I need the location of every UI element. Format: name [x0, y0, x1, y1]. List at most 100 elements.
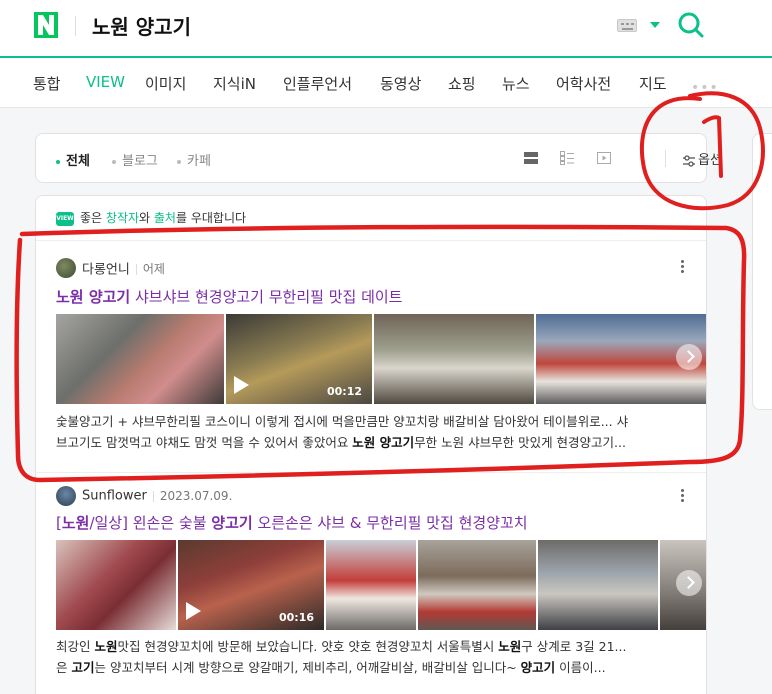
notice-creator-link[interactable]: 창작자	[106, 211, 139, 225]
snippet-text: 브고기도 맘껏먹고 야채도 맘껏 먹을 수 있어서 좋았어요	[56, 435, 353, 450]
snippet-keyword: 노원	[94, 639, 118, 654]
side-panel	[752, 133, 772, 410]
tab-map[interactable]: 지도	[639, 73, 667, 94]
filter-bar: 전체 블로그 카페 옵션	[35, 133, 722, 183]
filter-cafe[interactable]: 카페	[177, 150, 211, 169]
play-icon	[186, 602, 201, 620]
divider	[36, 240, 706, 241]
tune-icon	[683, 154, 695, 167]
thumbnail-strip: 00:12	[56, 314, 706, 404]
title-text: /일상] 왼손은 숯불	[89, 514, 212, 532]
filter-all[interactable]: 전체	[56, 150, 90, 169]
thumbnail-image[interactable]	[538, 540, 658, 630]
view-results: VIEW 좋은 창작자와 출처를 우대합니다 다롱언니 어제 노원 양고기 샤브샤브…	[35, 195, 707, 694]
title-keyword: 양고기	[211, 514, 253, 532]
snippet-keyword: 노원	[498, 639, 522, 654]
video-duration: 00:12	[326, 385, 362, 398]
filter-all-label: 전체	[66, 154, 90, 169]
filter-cafe-label: 카페	[187, 154, 211, 169]
thumbnail-strip: 00:16	[56, 540, 706, 630]
thumbnail-image[interactable]	[326, 540, 416, 630]
card-view-icon[interactable]	[523, 150, 539, 166]
tab-integrated[interactable]: 통합	[33, 73, 61, 94]
title-text: 오른손은 샤브 & 무한리필 맛집 현경양꼬치	[252, 514, 528, 532]
search-header: 노원 양고기	[0, 0, 772, 58]
notice-source-link[interactable]: 출처	[154, 211, 176, 225]
tab-video[interactable]: 동영상	[380, 73, 421, 94]
play-icon	[234, 376, 249, 394]
search-tabs: 통합 VIEW 이미지 지식iN 인플루언서 동영상 쇼핑 뉴스 어학사전 지도…	[0, 58, 772, 108]
post-snippet[interactable]: 숯불양고기 + 샤브무한리필 코스이니 이렇게 접시에 먹을만큼만 양꼬치랑 배…	[56, 411, 686, 453]
tab-images[interactable]: 이미지	[145, 73, 186, 94]
more-options-icon[interactable]	[681, 260, 685, 274]
bullet-icon	[112, 159, 116, 164]
notice-mid: 와	[139, 211, 154, 225]
post-title[interactable]: [노원/일상] 왼손은 숯불 양고기 오른손은 샤브 & 무한리필 맛집 현경양…	[56, 512, 528, 533]
video-view-icon[interactable]	[596, 150, 612, 166]
view-badge: VIEW	[56, 211, 74, 226]
post-author-row[interactable]: Sunflower 2023.07.09.	[56, 486, 232, 506]
snippet-line: 은 고기는 양꼬치부터 시계 방향으로 양갈매기, 제비추리, 어깨갈비살, 배…	[56, 657, 686, 678]
tab-dictionary[interactable]: 어학사전	[556, 73, 611, 94]
snippet-line: 숯불양고기 + 샤브무한리필 코스이니 이렇게 접시에 먹을만큼만 양꼬치랑 배…	[56, 414, 629, 429]
title-keyword: 노원 양고기	[56, 288, 131, 306]
author-name: Sunflower	[82, 488, 147, 504]
post-author-row[interactable]: 다롱언니 어제	[56, 258, 165, 278]
thumbnail-image[interactable]	[374, 314, 534, 404]
options-label: 옵션	[698, 153, 722, 168]
avatar	[56, 486, 76, 506]
next-arrow-icon[interactable]	[676, 570, 702, 596]
divider	[36, 472, 706, 473]
search-icon[interactable]	[677, 11, 705, 39]
creator-notice: VIEW 좋은 창작자와 출처를 우대합니다	[56, 209, 246, 226]
snippet-text: 무한 노원 샤브무한 맛있게 현경양고기...	[414, 435, 626, 450]
next-arrow-icon[interactable]	[676, 344, 702, 370]
notice-before: 좋은	[80, 211, 106, 225]
title-rest: 샤브샤브 현경양고기 무한리필 맛집 데이트	[130, 288, 403, 306]
snippet-text: 는 양꼬치부터 시계 방향으로 양갈매기, 제비추리, 어깨갈비살, 배갈비살 …	[94, 660, 521, 675]
snippet-keyword: 양고기	[520, 660, 556, 675]
post-title[interactable]: 노원 양고기 샤브샤브 현경양고기 무한리필 맛집 데이트	[56, 286, 402, 307]
filter-blog-label: 블로그	[122, 154, 158, 169]
thumbnail-image[interactable]	[56, 314, 224, 404]
more-tabs-button[interactable]: •••	[691, 80, 719, 96]
search-query[interactable]: 노원 양고기	[92, 11, 191, 40]
title-keyword: 노원	[61, 514, 90, 532]
thumbnail-image[interactable]	[418, 540, 536, 630]
tab-influencer[interactable]: 인플루언서	[283, 73, 352, 94]
options-button[interactable]: 옵션	[682, 149, 722, 168]
snippet-line: 브고기도 맘껏먹고 야채도 맘껏 먹을 수 있어서 좋았어요 노원 양고기무한 …	[56, 432, 686, 453]
list-view-icon[interactable]	[559, 150, 575, 166]
author-name: 다롱언니	[82, 262, 130, 278]
snippet-text: 이름이...	[555, 660, 606, 675]
chevron-down-icon[interactable]	[650, 22, 660, 28]
notice-after: 를 우대합니다	[175, 211, 247, 225]
snippet-text: 은	[56, 660, 72, 675]
snippet-text: 맛집 현경양꼬치에 방문해 보았습니다. 얏호 얏호 현경양꼬치 서울특별시	[117, 639, 499, 654]
bullet-icon	[56, 159, 60, 164]
snippet-keyword: 노원 양고기	[352, 435, 415, 450]
options-divider	[665, 150, 666, 167]
thumbnail-image[interactable]	[56, 540, 176, 630]
more-options-icon[interactable]	[681, 489, 685, 503]
tab-shopping[interactable]: 쇼핑	[448, 73, 476, 94]
video-duration: 00:16	[278, 611, 314, 624]
snippet-text: 구 상계로 3길 21...	[521, 639, 627, 654]
tab-news[interactable]: 뉴스	[502, 73, 530, 94]
keyboard-icon[interactable]	[617, 19, 637, 32]
tab-view[interactable]: VIEW	[86, 73, 125, 91]
bullet-icon	[177, 159, 181, 164]
post-date: 2023.07.09.	[147, 489, 233, 503]
snippet-text: 최강인	[56, 639, 95, 654]
snippet-keyword: 고기	[71, 660, 95, 675]
header-divider	[75, 16, 76, 36]
video-thumbnail[interactable]: 00:16	[178, 540, 324, 630]
avatar	[56, 258, 76, 278]
post-snippet[interactable]: 최강인 노원맛집 현경양꼬치에 방문해 보았습니다. 얏호 얏호 현경양꼬치 서…	[56, 636, 686, 678]
filter-blog[interactable]: 블로그	[112, 150, 158, 169]
tab-knowledge-in[interactable]: 지식iN	[213, 73, 256, 94]
video-thumbnail[interactable]: 00:12	[226, 314, 372, 404]
post-date: 어제	[130, 262, 165, 276]
snippet-line: 최강인 노원맛집 현경양꼬치에 방문해 보았습니다. 얏호 얏호 현경양꼬치 서…	[56, 636, 686, 657]
naver-logo[interactable]	[34, 12, 58, 38]
